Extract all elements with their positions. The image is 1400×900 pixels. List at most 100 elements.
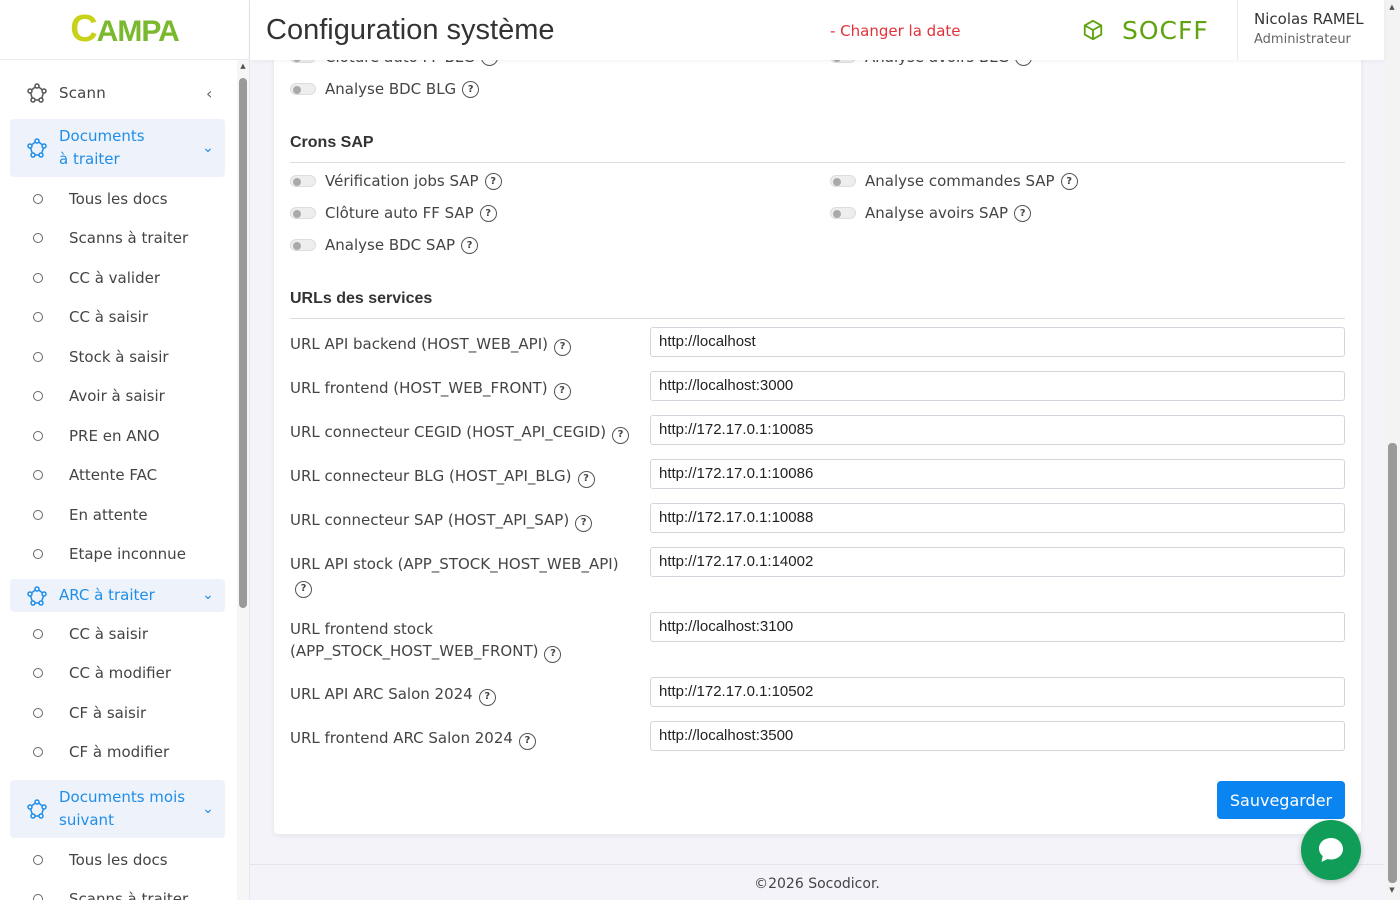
url-label: URL frontend ARC Salon 2024? [290,727,630,750]
help-icon[interactable]: ? [461,236,479,254]
sidebar-group-documents-mois-suivant[interactable]: Documents mois suivant ⌄ [10,780,225,838]
url-input-app-stock-host-web-front[interactable]: http://localhost:3100 [650,612,1345,642]
help-icon[interactable]: ? [1060,172,1078,190]
url-label: URL frontend stock (APP_STOCK_HOST_WEB_F… [290,618,580,663]
help-icon[interactable]: ? [484,172,502,190]
toggle-row: Clôture auto FF SAP ? [290,204,497,222]
help-icon[interactable]: ? [462,80,480,98]
url-input-host-api-cegid[interactable]: http://172.17.0.1:10085 [650,415,1345,445]
sidebar-subitem[interactable]: Tous les docs [0,840,236,880]
scroll-down-arrow-icon[interactable]: ▼ [1387,886,1397,894]
sidebar-scrollbar[interactable]: ▲ [237,60,249,900]
url-input-host-web-api[interactable]: http://localhost [650,327,1345,357]
bullet-icon [33,272,43,283]
sidebar-subitem[interactable]: CF à saisir [0,693,236,733]
company-name: SOCFF [1122,15,1209,45]
save-button[interactable]: Sauvegarder [1217,781,1345,819]
campa-logo[interactable]: CAMPA [0,0,249,60]
bullet-icon [33,707,43,718]
url-label: URL API stock (APP_STOCK_HOST_WEB_API)? [290,553,630,598]
user-menu[interactable]: Nicolas RAMEL Administrateur [1237,0,1384,60]
bullet-icon [33,668,43,679]
help-icon[interactable]: ? [612,426,630,444]
main-scroll-thumb[interactable] [1388,443,1397,883]
help-icon[interactable]: ? [1014,204,1032,222]
sidebar-subitem[interactable]: Avoir à saisir [0,377,236,417]
url-input-arc-salon-api[interactable]: http://172.17.0.1:10502 [650,677,1345,707]
toggle-switch[interactable] [290,175,316,187]
help-icon[interactable]: ? [553,338,571,356]
footer-copyright: ©2026 Socodicor. [250,864,1384,900]
company-selector[interactable]: SOCFF [1082,16,1237,45]
sidebar-subitem[interactable]: CF à modifier [0,733,236,773]
divider [290,318,1345,319]
bullet-icon [33,430,43,441]
sidebar-subitem[interactable]: Scanns à traiter [0,219,236,259]
bullet-icon [33,894,43,900]
sidebar-group-documents-a-traiter[interactable]: Documents à traiter ⌄ [10,119,225,177]
section-title-crons-sap: Crons SAP [290,134,374,151]
toggle-row: Vérification jobs SAP ? [290,172,502,190]
section-title-urls: URLs des services [290,290,433,307]
sidebar-subitem[interactable]: CC à saisir [0,614,236,654]
help-icon[interactable]: ? [518,732,536,750]
page-title: Configuration système [266,13,555,46]
help-icon[interactable]: ? [479,204,497,222]
bullet-icon [33,312,43,323]
scann-network-icon [27,83,47,103]
sidebar-subitem[interactable]: PRE en ANO [0,416,236,456]
help-icon[interactable]: ? [295,580,312,598]
scroll-up-arrow-icon[interactable]: ▲ [1387,3,1397,11]
help-icon[interactable]: ? [544,645,562,663]
arc-network-icon [27,585,47,606]
sidebar-subitem[interactable]: Scanns à traiter [0,880,236,900]
bullet-icon [33,391,43,402]
sidebar-group-label: ARC à traiter [59,586,155,604]
sidebar-subitem[interactable]: CC à modifier [0,654,236,694]
url-label: URL frontend (HOST_WEB_FRONT)? [290,377,630,400]
sidebar-nav: Scann ‹ Documents à traiter ⌄ Tous les d… [0,60,236,900]
toggle-row: Analyse avoirs SAP ? [830,204,1032,222]
toggle-switch[interactable] [830,207,856,219]
sidebar-item-scann[interactable]: Scann ‹ [0,60,236,126]
url-input-host-web-front[interactable]: http://localhost:3000 [650,371,1345,401]
change-date-link[interactable]: - Changer la date [830,20,1082,40]
toggle-switch[interactable] [290,83,316,95]
bullet-icon [33,747,43,758]
sidebar-item-label: Scann [59,84,106,102]
scroll-up-arrow-icon[interactable]: ▲ [238,62,248,70]
sidebar-group-arc-a-traiter[interactable]: ARC à traiter ⌄ [10,579,225,612]
toggle-switch[interactable] [290,239,316,251]
sidebar-group-label: Documents à traiter [59,127,145,168]
documents-next-month-network-icon [27,799,47,819]
url-input-arc-salon-front[interactable]: http://localhost:3500 [650,721,1345,751]
sidebar-subitem[interactable]: Attente FAC [0,456,236,496]
help-icon[interactable]: ? [577,470,595,488]
sidebar-scroll-thumb[interactable] [239,78,247,608]
toggle-switch[interactable] [290,207,316,219]
sidebar-subitem[interactable]: Stock à saisir [0,337,236,377]
sidebar-subitem[interactable]: Etape inconnue [0,535,236,575]
bullet-icon [33,854,43,865]
sidebar-subitem[interactable]: Tous les docs [0,179,236,219]
sidebar-group-items: Tous les docs Scanns à traiter [0,840,236,900]
sidebar-subitem[interactable]: CC à valider [0,258,236,298]
sidebar-subitem[interactable]: CC à saisir [0,298,236,338]
chat-bubble-icon [1319,838,1343,862]
toggle-row: Analyse BDC SAP ? [290,236,479,254]
bullet-icon [33,233,43,244]
toggle-row: Analyse commandes SAP ? [830,172,1078,190]
main-scrollbar[interactable]: ▲ ▼ [1385,0,1400,900]
help-icon[interactable]: ? [478,688,496,706]
sidebar: CAMPA Scann ‹ Documents à traiter ⌄ Tous… [0,0,250,900]
help-icon[interactable]: ? [575,514,593,532]
chat-widget-button[interactable] [1301,820,1361,880]
sidebar-subitem[interactable]: En attente [0,495,236,535]
url-input-host-api-blg[interactable]: http://172.17.0.1:10086 [650,459,1345,489]
user-role: Administrateur [1254,32,1351,47]
url-label: URL connecteur CEGID (HOST_API_CEGID)? [290,421,630,444]
help-icon[interactable]: ? [553,382,571,400]
url-input-host-api-sap[interactable]: http://172.17.0.1:10088 [650,503,1345,533]
url-input-app-stock-host-web-api[interactable]: http://172.17.0.1:14002 [650,547,1345,577]
toggle-switch[interactable] [830,175,856,187]
